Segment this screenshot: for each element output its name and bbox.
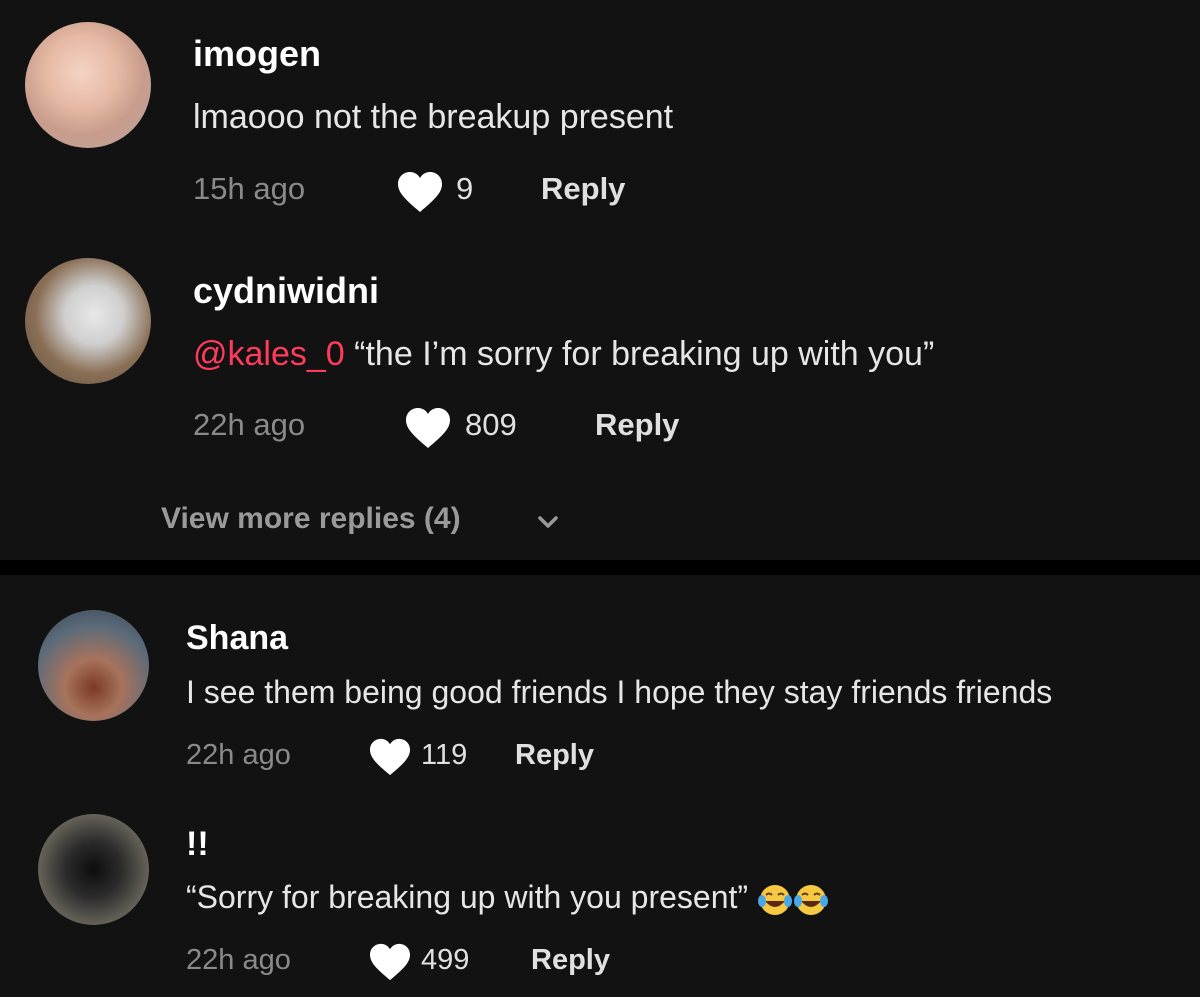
heart-icon[interactable] [396, 170, 444, 214]
like-count: 119 [421, 739, 468, 771]
reply-button[interactable]: Reply [531, 944, 610, 977]
chevron-down-icon[interactable] [537, 514, 559, 530]
mention-link[interactable]: @kales_0 [193, 335, 345, 373]
comments-panel-top: imogen lmaooo not the breakup present 15… [0, 0, 1200, 560]
comment-text: “Sorry for breaking up with you present” [186, 879, 831, 918]
comments-panel-bottom [0, 575, 1200, 997]
comment-username[interactable]: !! [186, 825, 209, 864]
avatar[interactable] [25, 258, 151, 384]
comment-username[interactable]: cydniwidni [193, 270, 379, 312]
avatar[interactable] [38, 814, 149, 925]
heart-icon[interactable] [368, 942, 412, 982]
heart-icon[interactable] [404, 406, 452, 450]
tears-of-joy-emoji [757, 884, 828, 915]
comment-time: 15h ago [193, 171, 306, 206]
avatar[interactable] [38, 610, 149, 721]
heart-icon[interactable] [368, 737, 412, 777]
view-more-replies-button[interactable]: View more replies (4) [161, 502, 461, 536]
comment-text: I see them being good friends I hope the… [186, 674, 1053, 710]
reply-button[interactable]: Reply [595, 407, 679, 443]
comment-text: @kales_0 “the I’m sorry for breaking up … [193, 335, 934, 374]
reply-button[interactable]: Reply [515, 739, 594, 772]
comment-text: lmaooo not the breakup present [193, 98, 674, 136]
like-count: 809 [465, 407, 517, 442]
reply-button[interactable]: Reply [541, 171, 625, 207]
comment-username[interactable]: Shana [186, 619, 288, 658]
avatar[interactable] [25, 22, 151, 148]
comment-text-body: “the I’m sorry for breaking up with you” [344, 335, 935, 373]
panel-separator [0, 560, 1200, 575]
like-count: 9 [456, 171, 474, 206]
comment-time: 22h ago [193, 407, 306, 442]
like-count: 499 [421, 944, 470, 976]
comment-time: 22h ago [186, 944, 291, 976]
comment-time: 22h ago [186, 739, 291, 771]
comment-text-body: “Sorry for breaking up with you present” [186, 879, 757, 915]
comment-username[interactable]: imogen [193, 33, 321, 75]
